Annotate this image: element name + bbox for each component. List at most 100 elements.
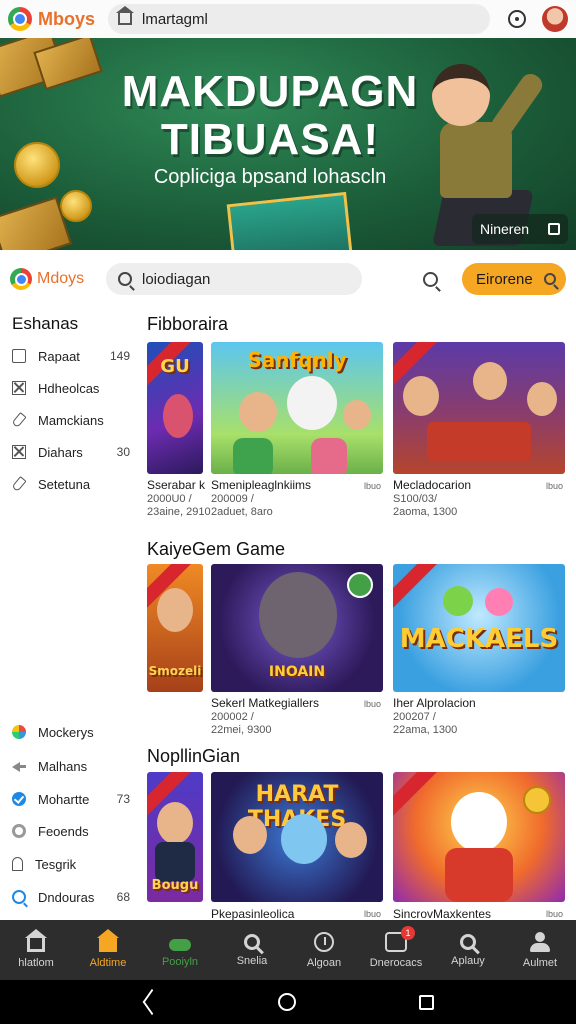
game-thumbnail[interactable] [393,772,565,902]
sidebar-item-setetuna[interactable]: Setetuna [11,472,130,496]
gift-box-decoration [226,191,354,250]
sidebar-item-hdheolcas[interactable]: Hdheolcas [12,376,130,400]
sidebar-item-label: Setetuna [38,476,91,492]
character-figure [403,376,439,416]
site-brand-name: Mdoys [37,270,85,287]
home-icon[interactable] [116,6,134,25]
card-title[interactable]: Iher Alprolacion [393,696,476,710]
character-figure [527,382,557,416]
user-icon [529,931,551,952]
clown-figure [451,792,507,852]
back-icon[interactable] [142,994,155,1010]
check-badge-icon [347,572,373,598]
game-thumbnail[interactable]: INOAIN [211,564,383,692]
grid-icon [12,725,26,739]
sidebar-item-malhans[interactable]: Malhans [12,754,130,778]
nav-item-algoan[interactable]: Algoan [288,920,360,980]
url-text[interactable]: lmartagml [142,11,208,28]
nav-item-pooiyln[interactable]: Pooiyln [144,920,216,980]
card-title[interactable]: Smenipleaglnkiims [211,478,311,492]
browser-brand[interactable]: Mboys [8,7,108,31]
character-figure [157,588,193,632]
sidebar-item-mockerys[interactable]: Mockerys [12,720,130,744]
profile-avatar[interactable] [542,6,568,32]
sidebar-item-diahars[interactable]: Diahars 30 [12,440,130,464]
sidebar-item-dndouras[interactable]: Dndouras 68 [12,885,130,909]
more-icon[interactable] [508,10,526,28]
card-title[interactable]: Mecladocarion [393,478,471,492]
nav-label: Aldtime [89,956,127,969]
sidebar-item-tesgrik[interactable]: Tesgrik [12,852,130,876]
character-figure [443,586,473,616]
section-title: KaiyeGem Game [147,539,286,559]
hero-badge-button[interactable]: Nineren [472,214,568,244]
character-figure [155,842,195,882]
search-icon [244,933,260,950]
card-meta: 200002 / 22mei, 9300 [211,711,272,737]
search-icon [118,272,132,286]
hero-title-line2: TIBUASA! [160,115,380,164]
nav-label: Aulmet [522,956,558,969]
sidebar-item-mohartte[interactable]: Mohartte 73 [12,787,130,811]
search-icon [460,933,476,950]
nav-item-hlatlom[interactable]: hlatlom [0,920,72,980]
header-search-button[interactable] [420,269,440,289]
nav-item-snelia[interactable]: Snelia [216,920,288,980]
sidebar-item-label: Malhans [38,758,88,774]
hero-banner[interactable]: MAKDUPAGN TIBUASA! Copliciga bpsand loha… [0,38,576,250]
nav-item-aldtime[interactable]: Aldtime [72,920,144,980]
character-figure [287,376,337,430]
card-meta: S100/03/ 2aoma, 1300 [393,493,457,519]
thumbnail-art-text: Sanfqnly [247,348,347,372]
character-figure [233,438,273,474]
coin-decoration [14,142,60,188]
site-logo[interactable]: Mdoys [10,268,106,290]
recent-apps-icon[interactable] [419,994,435,1010]
cta-label: Eirorene [476,270,533,288]
nav-item-aulmet[interactable]: Aulmet [504,920,576,980]
thumbnail-art-text: GU [160,356,190,377]
sidebar-item-feoends[interactable]: Feoends [12,819,130,843]
site-header: Mdoys Eirorene [0,250,576,308]
game-thumbnail[interactable]: GU [147,342,203,474]
character-figure [335,822,367,858]
tag-icon [11,476,27,492]
nav-label: Dnerocacs [369,956,423,969]
game-thumbnail[interactable]: Smozeli [147,564,203,692]
ribbon-badge [393,772,440,819]
browser-brand-name: Mboys [38,8,96,29]
card-meta-line: 22mei, 9300 [211,724,272,736]
card-meta-line: 23aine, 2910 [147,506,211,518]
thumbnail-art-text: INOAIN [268,664,326,680]
hero-title: MAKDUPAGN TIBUASA! [80,68,460,164]
nav-item-dnerocacs[interactable]: 1 Dnerocacs [360,920,432,980]
game-thumbnail[interactable] [393,342,565,474]
sidebar: Eshanas Rapaat 149 Hdheolcas Mamckians D… [0,308,140,920]
search-bar[interactable] [106,263,362,295]
sidebar-item-label: Diahars [38,444,83,460]
card-tag: lbuo [364,909,382,919]
card-title[interactable]: Pkepasinleolica [211,907,294,921]
search-input[interactable] [142,270,342,288]
sidebar-item-rapaat[interactable]: Rapaat 149 [12,344,130,368]
sidebar-item-count: 73 [116,792,130,806]
game-thumbnail[interactable]: MACKAELS [393,564,565,692]
address-bar[interactable]: lmartagml [108,4,490,34]
sidebar-item-mamckians[interactable]: Mamckians [11,408,130,432]
gamepad-icon [169,938,191,951]
card-meta-line: 22ama, 1300 [393,724,458,736]
card-title[interactable]: Sserabar k [147,478,205,492]
card-title[interactable]: SincrovMaxkentes [393,907,491,921]
cross-box-icon [12,381,26,395]
card-title[interactable]: Sekerl Matkegiallers [211,696,319,710]
hero-subtitle: Copliciga bpsand lohascln [153,166,387,188]
nav-label: hlatlom [18,956,54,969]
home-circle-icon[interactable] [277,993,296,1011]
game-thumbnail[interactable]: Bougu [147,772,203,902]
cta-button[interactable]: Eirorene [462,263,566,295]
game-thumbnail[interactable]: Sanfqnly [211,342,383,474]
game-thumbnail[interactable]: HARAT THAKES [211,772,383,902]
nav-item-aplauy[interactable]: Aplauy [432,920,504,980]
system-nav-bar [0,980,576,1024]
check-circle-icon [12,792,26,806]
